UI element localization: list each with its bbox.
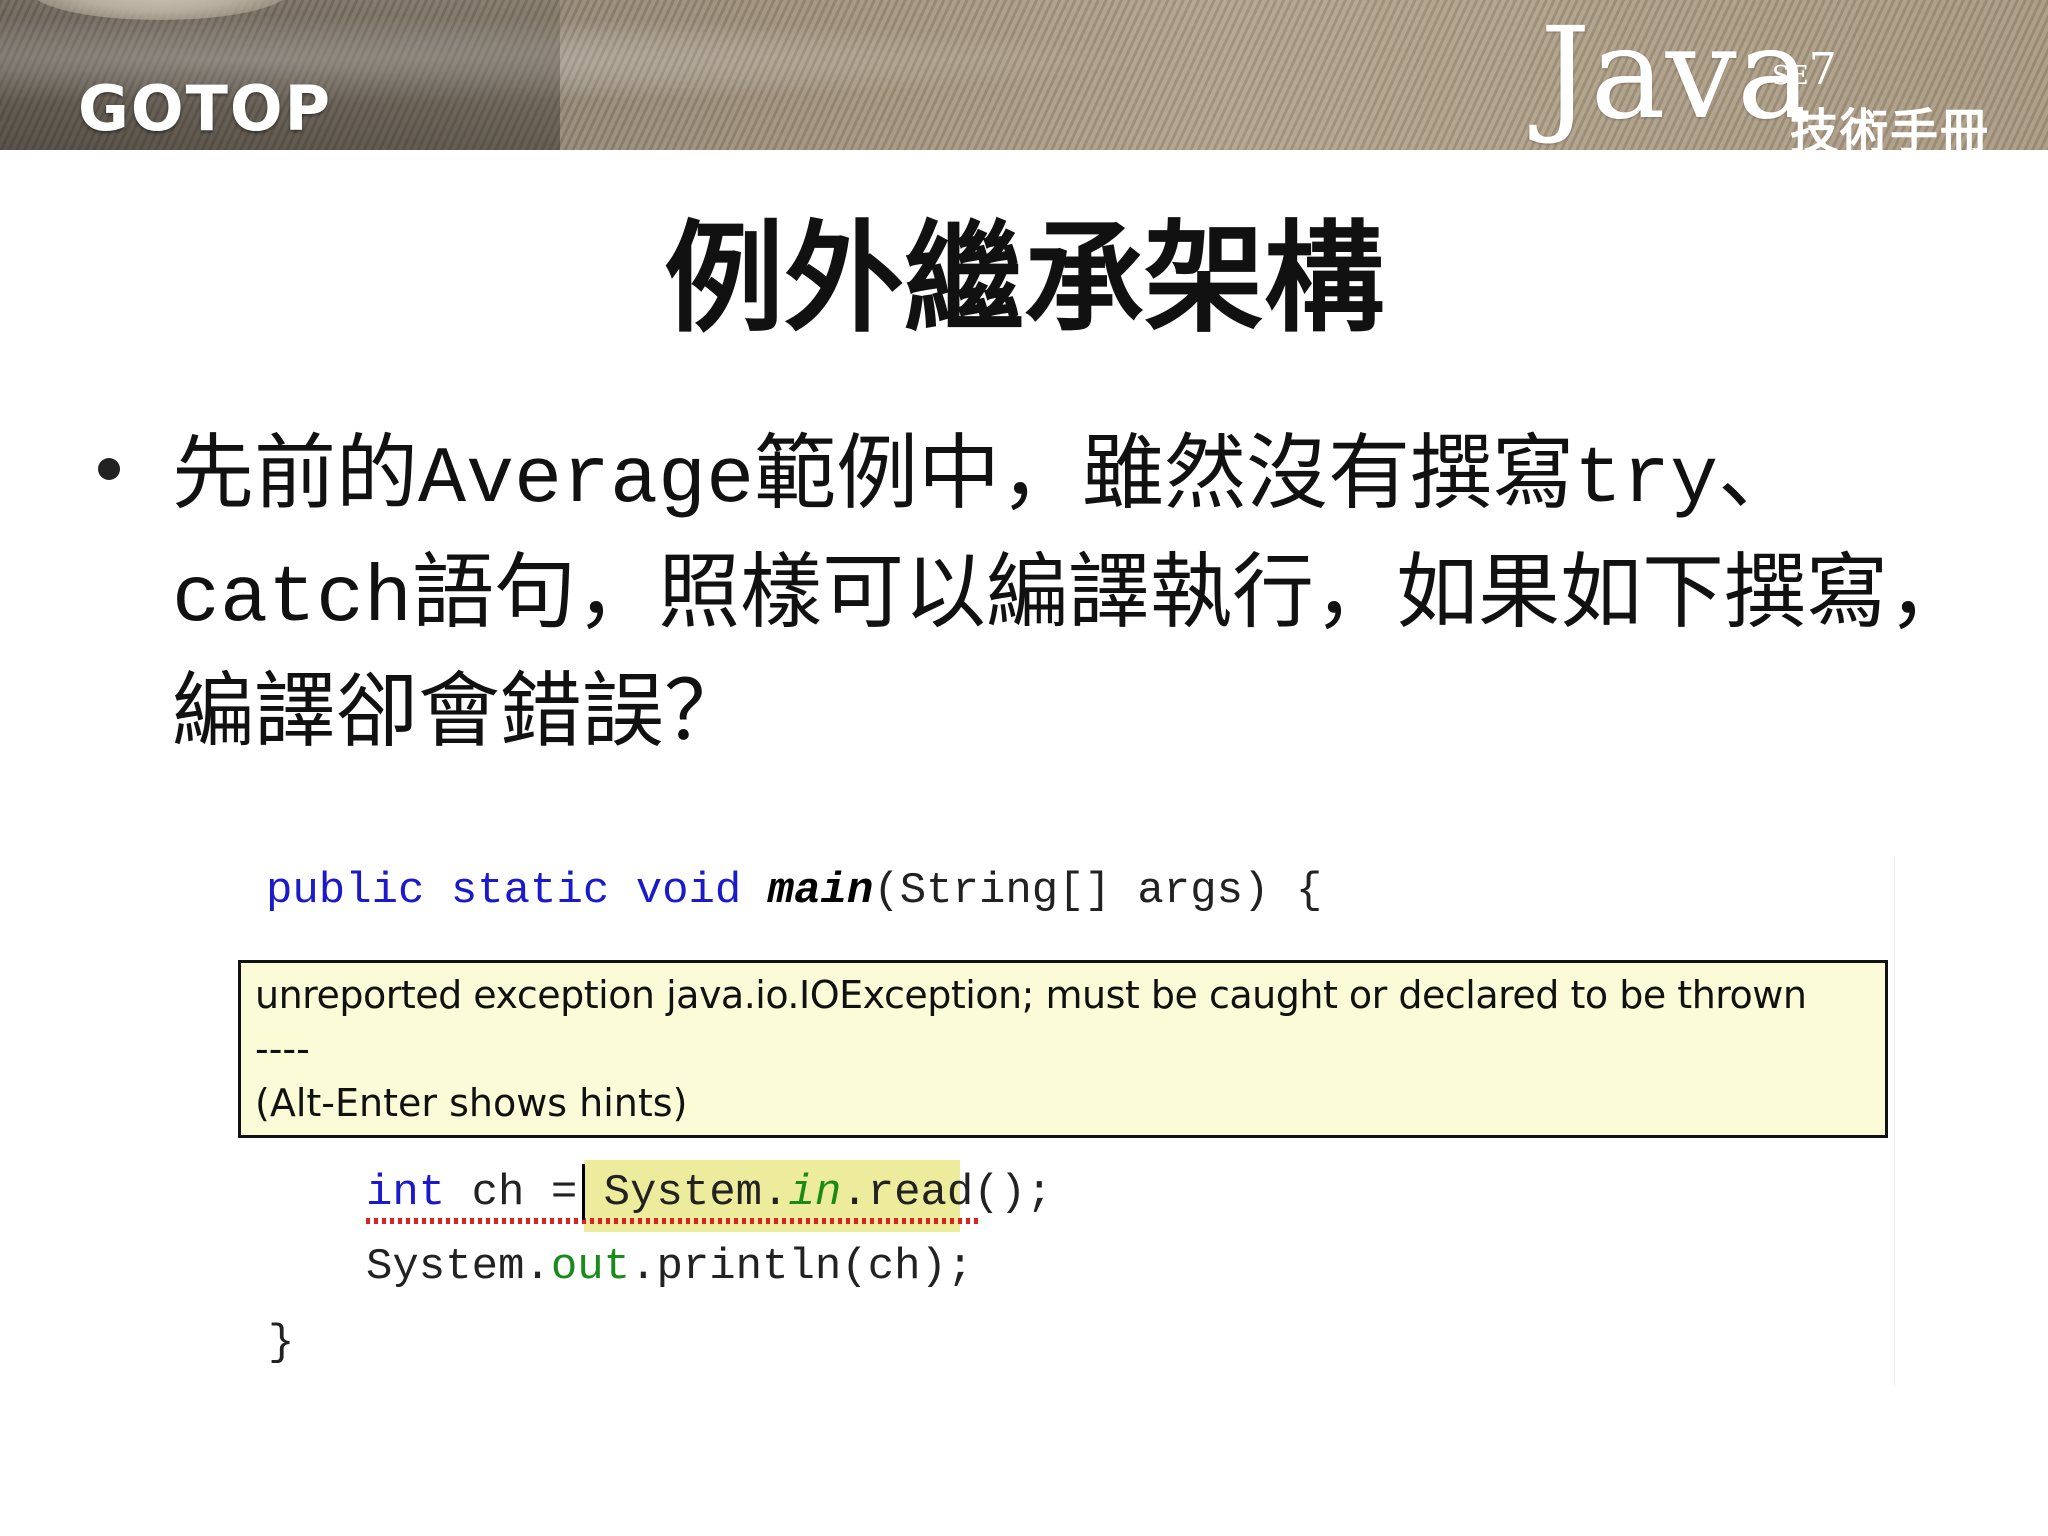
error-tooltip: unreported exception java.io.IOException… [238,960,1888,1138]
println-call: .println(ch); [630,1242,974,1292]
read-system-class: System. [603,1168,789,1218]
java-edition-num: 7 [1808,44,1837,95]
bullet-part3: 、 [1718,426,1801,521]
main-params: (String[] args) { [873,866,1323,916]
tooltip-message: unreported exception java.io.IOException… [255,973,1807,1017]
bullet-code-catch: catch [172,554,413,645]
keyword-public: public [266,866,425,916]
code-line-println[interactable]: System.out.println(ch); [366,1242,973,1292]
keyword-static: static [450,866,610,916]
bullet-part1: 先前的 [172,426,419,521]
tooltip-separator: ---- [255,1027,310,1071]
book-subtitle: 技術手冊 [1790,104,1991,160]
bullet-code-average: Average [418,435,755,526]
field-in: in [788,1168,842,1218]
code-line-close-brace: } [268,1318,295,1368]
java-edition-se: SE [1772,61,1809,91]
method-name-main: main [767,866,874,916]
header-banner: GOTOP Java SE7 技術手冊 [0,0,2048,160]
keyword-void: void [635,866,742,916]
println-system-class: System. [366,1242,551,1292]
error-underline [366,1218,982,1224]
bullet-part4: 語句，照樣可以編譯執行，如果如下撰寫，編譯卻會錯誤？ [172,545,1971,759]
gotop-logo: GOTOP [78,72,333,145]
java-edition: SE7 [1772,44,1837,95]
read-end: ; [1026,1168,1053,1218]
tooltip-hint: (Alt-Enter shows hints) [255,1081,688,1125]
slide-title: 例外繼承架構 [664,210,1384,349]
read-call: .read() [841,1168,1027,1218]
read-assign: ch = [445,1168,604,1218]
bullet-code-try: try [1574,435,1719,526]
keyword-int: int [366,1168,446,1218]
bullet-dot [98,458,120,480]
code-line-main-signature: public static void main(String[] args) { [266,866,1322,916]
code-line-read[interactable]: int ch = System.in.read(); [366,1168,1053,1218]
bullet-part2: 範例中，雖然沒有撰寫 [754,426,1575,521]
bullet-text: 先前的Average範例中，雖然沒有撰寫try、 catch語句，照樣可以編譯執行… [172,418,2002,768]
text-cursor-icon [582,1164,585,1220]
field-out: out [550,1242,631,1292]
